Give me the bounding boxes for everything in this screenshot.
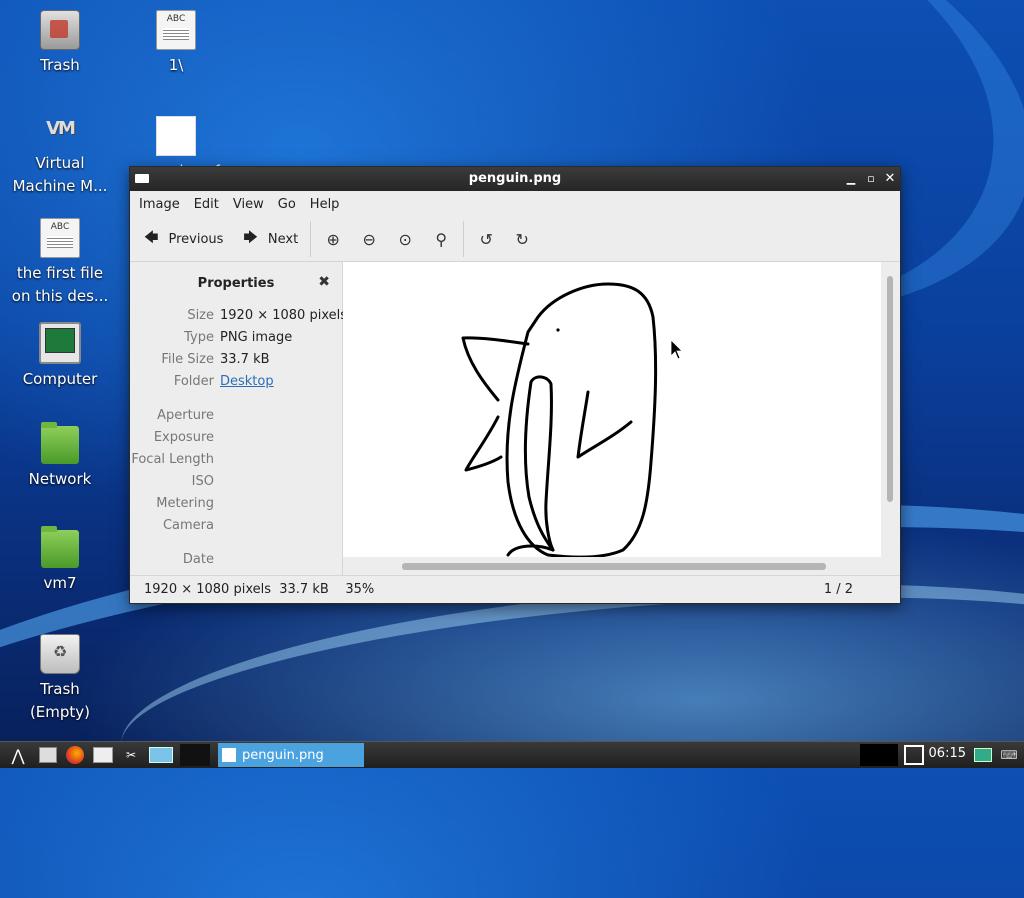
desktop-icon-first-file[interactable]: ABC the first file on this des... <box>6 218 114 308</box>
desktop-icon-label: 1\ <box>168 56 184 74</box>
desktop-icon-label: Trash <box>40 56 80 74</box>
status-info: 1920 × 1080 pixels 33.7 kB 35% <box>144 582 375 597</box>
property-row: Type PNG image <box>184 330 293 345</box>
virtual-machine-icon: VM <box>46 118 76 139</box>
property-row: Camera <box>162 518 214 533</box>
desktop-icon-network[interactable]: Network <box>10 422 110 491</box>
clock[interactable]: 06:15 <box>929 746 966 761</box>
rotate-right-icon[interactable]: ↻ <box>504 223 540 255</box>
property-row: ISO <box>191 474 214 489</box>
minimize-icon[interactable]: ▁ <box>844 172 858 186</box>
desktop-icon-file-1[interactable]: ABC 1\ <box>126 10 226 77</box>
image-canvas[interactable] <box>343 262 881 557</box>
desktop-icon-trash-empty[interactable]: Trash (Empty) <box>10 634 110 724</box>
close-properties-icon[interactable]: ✖ <box>318 274 330 290</box>
desktop-icon-virtual-machine[interactable]: VM Virtual Machine M... <box>10 110 110 198</box>
tools-icon[interactable]: ✂ <box>118 744 144 766</box>
previous-button[interactable]: 🡄 Previous <box>130 223 231 255</box>
toolbar: 🡄 Previous 🡆 Next ⊕ ⊖ ⊙ ⚲ ↺ ↻ <box>130 217 900 262</box>
maximize-icon[interactable]: ▫ <box>864 172 878 186</box>
next-label: Next <box>267 231 299 247</box>
desktop-icon-label: Computer <box>22 370 98 388</box>
firefox-icon[interactable] <box>63 744 87 766</box>
penguin-drawing <box>461 282 683 557</box>
scrollbar-thumb[interactable] <box>402 563 826 570</box>
image-viewer-icon <box>222 748 236 762</box>
window-titlebar[interactable]: penguin.png ▁ ▫ ✕ <box>130 167 900 191</box>
property-row: Date <box>182 552 214 567</box>
folder-icon[interactable] <box>90 744 116 766</box>
folder-link[interactable]: Desktop <box>220 374 274 389</box>
close-icon[interactable]: ✕ <box>883 172 897 186</box>
network-status-icon[interactable] <box>972 744 994 766</box>
property-row: Exposure <box>153 430 214 445</box>
desktop-icon-label: Virtual Machine M... <box>12 154 108 195</box>
recycle-bin-icon <box>40 634 80 674</box>
image-counter: 1 / 2 <box>823 582 853 597</box>
horizontal-scrollbar[interactable] <box>343 558 881 576</box>
text-document-icon: ABC <box>156 10 196 50</box>
rotate-left-icon[interactable]: ↺ <box>468 223 504 255</box>
vertical-scrollbar[interactable] <box>882 262 898 557</box>
desktop-icon-computer[interactable]: Computer <box>10 322 110 391</box>
viewer-content: Properties ✖ Size 1920 × 1080 pixels Type… <box>130 262 900 576</box>
property-row: Focal Length <box>131 452 214 467</box>
desktop-icon-label: Network <box>28 470 92 488</box>
taskbar-app-penguin[interactable]: penguin.png <box>218 743 364 767</box>
menu-image[interactable]: Image <box>132 197 187 212</box>
desktop-icon-trash[interactable]: Trash <box>10 10 110 77</box>
file-manager-icon[interactable] <box>36 744 60 766</box>
logout-icon[interactable] <box>903 744 925 766</box>
computer-icon <box>39 322 81 364</box>
image-thumbnail-icon <box>156 116 196 156</box>
menubar: Image Edit View Go Help <box>130 191 900 217</box>
property-row: Metering <box>156 496 214 511</box>
previous-label: Previous <box>168 231 224 247</box>
next-button[interactable]: 🡆 Next <box>231 223 306 255</box>
zoom-fit-icon[interactable]: ⊙ <box>387 223 423 255</box>
zoom-in-icon[interactable]: ⊕ <box>315 223 351 255</box>
toolbar-separator <box>310 221 312 257</box>
zoom-out-icon[interactable]: ⊖ <box>351 223 387 255</box>
property-row: Folder Desktop <box>173 374 274 389</box>
desktop-icon-label: vm7 <box>43 574 77 592</box>
status-bar: 1920 × 1080 pixels 33.7 kB 35% 1 / 2 <box>130 575 900 603</box>
arrow-right-icon: 🡆 <box>243 230 258 246</box>
properties-title: Properties <box>197 276 275 291</box>
desktop-icon-label: the first file on this des... <box>11 264 109 305</box>
window-title: penguin.png <box>468 171 562 186</box>
toolbar-separator <box>463 221 465 257</box>
desktop-icon-vm7[interactable]: vm7 <box>10 526 110 595</box>
desktop-icon-label: Trash (Empty) <box>29 680 91 721</box>
start-menu-icon[interactable]: ⋀ <box>4 744 32 766</box>
arrow-left-icon: 🡄 <box>144 230 159 246</box>
properties-panel: Properties ✖ Size 1920 × 1080 pixels Type… <box>130 262 347 576</box>
zoom-original-icon[interactable]: ⚲ <box>423 223 459 255</box>
text-document-icon: ABC <box>40 218 80 258</box>
scrollbar-thumb[interactable] <box>887 276 893 502</box>
folder-icon <box>41 526 79 568</box>
taskbar-app-label: penguin.png <box>242 747 324 763</box>
network-folder-icon <box>41 422 79 464</box>
system-monitor-widget <box>860 744 898 766</box>
show-desktop-icon[interactable] <box>147 744 175 766</box>
property-row: Aperture <box>157 408 214 423</box>
menu-view[interactable]: View <box>226 197 271 212</box>
trash-icon <box>40 10 80 50</box>
workspace-switcher[interactable] <box>180 744 210 766</box>
menu-help[interactable]: Help <box>303 197 347 212</box>
menu-edit[interactable]: Edit <box>187 197 226 212</box>
property-row: File Size 33.7 kB <box>161 352 270 367</box>
property-row: Size 1920 × 1080 pixels <box>187 308 347 323</box>
taskbar: ⋀ ✂ penguin.png 06:15 ⌨ <box>0 741 1024 768</box>
menu-go[interactable]: Go <box>271 197 303 212</box>
keyboard-layout-icon[interactable]: ⌨ <box>998 744 1020 766</box>
image-viewer-window: penguin.png ▁ ▫ ✕ Image Edit View Go Hel… <box>129 166 901 604</box>
